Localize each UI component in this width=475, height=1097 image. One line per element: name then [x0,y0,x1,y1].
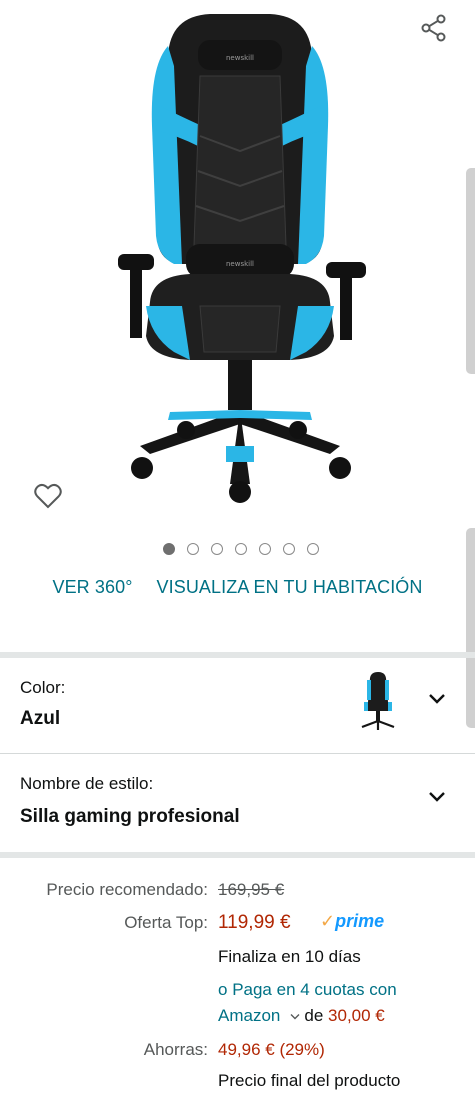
color-value: Azul [20,708,61,729]
svg-text:newskill: newskill [226,260,254,268]
list-price-label: Precio recomendado: [46,880,208,899]
color-swatch-thumbnail[interactable] [356,672,400,732]
installment-prefix: o [218,980,233,999]
style-label: Nombre de estilo: [20,774,154,793]
add-to-wishlist-button[interactable] [28,476,68,516]
style-value: Silla gaming profesional [20,806,240,827]
list-price: 169,95 € [218,880,285,899]
product-image-gallery[interactable]: newskill newskill [0,0,475,530]
heart-outline-icon [34,483,62,509]
installment-line-1: o Paga en 4 cuotas con [218,980,397,1000]
installment-amount: 30,00 € [328,1006,385,1025]
deal-price-label: Oferta Top: [124,913,208,932]
image-dot-6[interactable] [282,543,295,555]
style-selector[interactable]: Nombre de estilo: Silla gaming profesion… [0,754,475,852]
installment-of: de [304,1006,324,1025]
section-divider [0,852,475,858]
installment-line-2: Amazon de 30,00 € [218,1006,385,1026]
color-selector[interactable]: Color: Azul [0,658,475,752]
image-dot-4[interactable] [234,543,247,555]
prime-badge: ✓prime [320,911,384,932]
deal-price: 119,99 € [218,912,291,933]
product-image[interactable]: newskill newskill [90,6,390,506]
image-dot-1[interactable] [162,543,175,555]
prime-check-icon: ✓ [320,911,336,931]
chevron-down-icon[interactable] [290,1013,300,1021]
chevron-down-icon [429,694,445,704]
final-price-note: Precio final del producto [218,1071,401,1090]
image-pagination[interactable] [0,543,475,555]
view-360-link[interactable]: VER 360° [52,577,132,598]
share-button[interactable] [414,8,454,48]
media-links: VER 360° VISUALIZA EN TU HABITACIÓN [0,577,475,598]
view-in-room-link[interactable]: VISUALIZA EN TU HABITACIÓN [157,577,423,598]
savings-value: 49,96 € (29%) [218,1040,325,1059]
share-icon [421,14,446,42]
image-dot-7[interactable] [306,543,319,555]
svg-text:newskill: newskill [226,54,254,62]
chevron-down-icon [429,792,445,802]
savings-label: Ahorras: [143,1040,208,1059]
image-dot-5[interactable] [258,543,271,555]
installment-link-amazon[interactable]: Amazon [218,1006,280,1025]
image-dot-2[interactable] [186,543,199,555]
prime-label: prime [335,911,385,931]
color-label: Color: [20,678,66,697]
image-dot-3[interactable] [210,543,223,555]
installment-link[interactable]: Paga en 4 cuotas con [232,980,396,999]
deal-ends-text: Finaliza en 10 días [218,947,361,966]
scrollbar-thumb[interactable] [466,168,475,374]
